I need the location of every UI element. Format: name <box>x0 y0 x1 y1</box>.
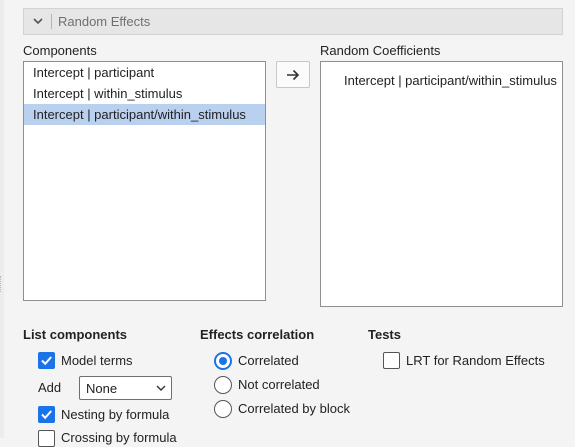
chevron-down-icon <box>156 385 166 391</box>
model-terms-label[interactable]: Model terms <box>61 353 133 368</box>
splitter-grip-icon[interactable] <box>0 276 3 292</box>
nesting-by-formula-checkbox[interactable] <box>38 406 55 423</box>
random-coefficients-list[interactable]: Intercept | participant/within_stimulus <box>320 61 563 307</box>
add-select[interactable]: None <box>79 376 172 400</box>
header-divider <box>51 14 52 29</box>
arrow-right-icon <box>287 69 300 80</box>
crossing-by-formula-checkbox[interactable] <box>38 430 55 447</box>
list-item-selected[interactable]: Intercept | participant/within_stimulus <box>24 104 265 125</box>
add-label: Add <box>38 380 62 395</box>
nesting-by-formula-label[interactable]: Nesting by formula <box>61 407 169 422</box>
not-correlated-label[interactable]: Not correlated <box>238 377 320 392</box>
lrt-random-effects-checkbox[interactable] <box>383 352 400 369</box>
list-components-heading: List components <box>23 327 128 342</box>
not-correlated-radio[interactable] <box>214 376 232 394</box>
model-terms-checkbox[interactable] <box>38 352 55 369</box>
chevron-down-icon[interactable] <box>24 9 51 34</box>
checkmark-icon <box>41 356 52 366</box>
random-coefficients-label: Random Coefficients <box>320 43 441 58</box>
list-item[interactable]: Intercept | within_stimulus <box>24 83 265 104</box>
list-item[interactable]: Intercept | participant/within_stimulus <box>344 73 557 88</box>
effects-correlation-heading: Effects correlation <box>200 327 315 342</box>
tests-heading: Tests <box>368 327 401 342</box>
correlated-by-block-label[interactable]: Correlated by block <box>238 401 350 416</box>
checkmark-icon <box>41 410 52 420</box>
correlated-label[interactable]: Correlated <box>238 353 299 368</box>
correlated-by-block-radio[interactable] <box>214 400 232 418</box>
list-item[interactable]: Intercept | participant <box>24 62 265 83</box>
components-list[interactable]: Intercept | participant Intercept | with… <box>23 61 266 301</box>
move-to-coefficients-button[interactable] <box>276 61 310 88</box>
random-effects-header[interactable]: Random Effects <box>23 8 563 35</box>
panel-splitter[interactable] <box>0 0 4 438</box>
add-select-value: None <box>86 380 118 396</box>
components-label: Components <box>23 43 97 58</box>
section-title: Random Effects <box>58 14 151 29</box>
correlated-radio[interactable] <box>214 352 232 370</box>
lrt-random-effects-label[interactable]: LRT for Random Effects <box>406 353 545 368</box>
